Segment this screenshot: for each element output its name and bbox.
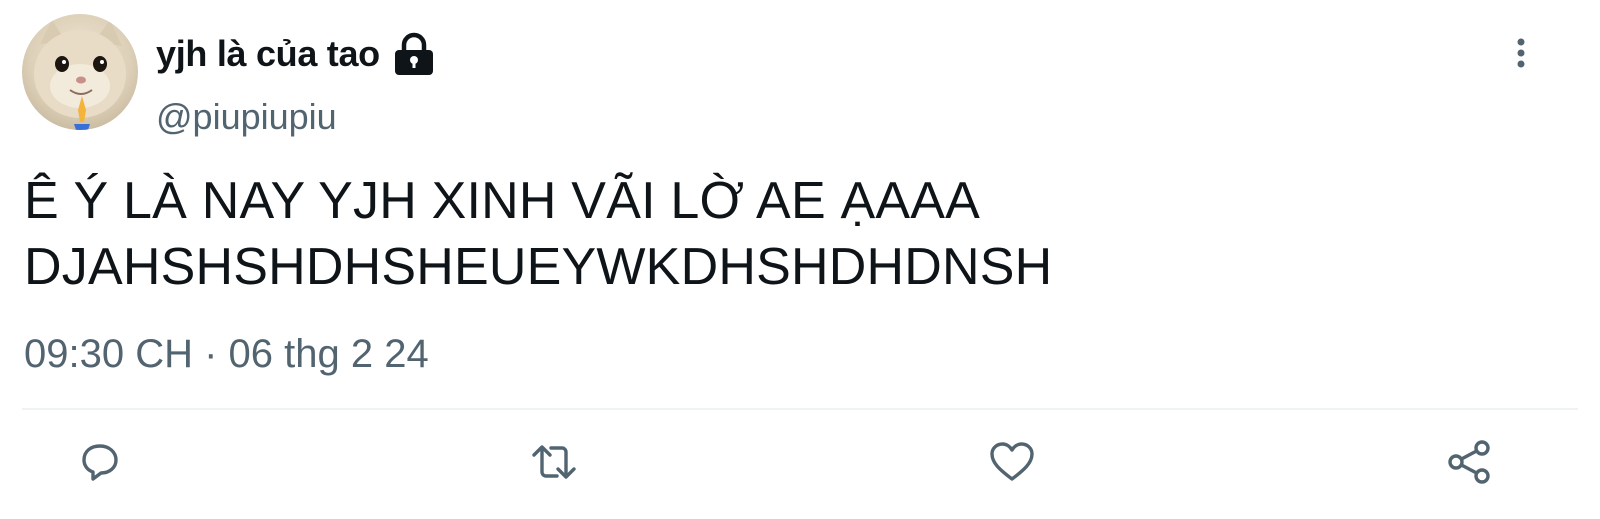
lock-icon xyxy=(392,31,436,77)
avatar[interactable] xyxy=(22,14,138,130)
display-name[interactable]: yjh là của tao xyxy=(156,33,380,75)
more-vertical-icon[interactable] xyxy=(1506,36,1536,70)
retweet-button[interactable] xyxy=(530,438,578,486)
tweet-text: Ê Ý LÀ NAY YJH XINH VÃI LỜ AE ẠAAA DJAHS… xyxy=(24,168,1564,300)
reply-icon xyxy=(82,444,118,481)
author-handle[interactable]: @piupiupiu xyxy=(156,96,337,138)
reply-button[interactable] xyxy=(76,438,124,486)
tweet-text-line: Ê Ý LÀ NAY YJH XINH VÃI LỜ AE ẠAAA xyxy=(24,172,981,230)
cat-avatar-image xyxy=(34,20,126,130)
tweet-timestamp[interactable]: 09:30 CH · 06 thg 2 24 xyxy=(24,332,429,377)
tweet-text-line: DJAHSHSHDHSHEUEYWKDHSHDHDNSH xyxy=(24,238,1053,296)
like-button[interactable] xyxy=(988,438,1036,486)
share-icon xyxy=(1448,440,1490,484)
divider xyxy=(22,408,1578,410)
heart-icon xyxy=(990,442,1034,481)
retweet-icon xyxy=(532,445,576,479)
author-name-row: yjh là của tao xyxy=(156,30,436,78)
tweet-card: yjh là của tao @piupiupiu Ê Ý LÀ NAY YJH… xyxy=(0,0,1600,519)
share-button[interactable] xyxy=(1446,438,1494,486)
